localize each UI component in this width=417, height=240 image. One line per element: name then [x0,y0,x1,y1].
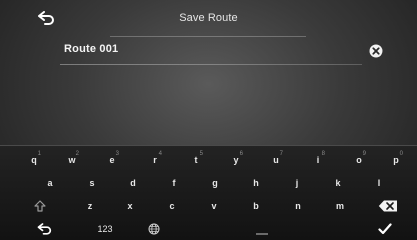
input-underline [60,64,362,65]
space-bar[interactable] [178,219,358,239]
key-x[interactable]: x [118,196,142,216]
shift-key[interactable] [20,196,60,216]
keyboard-row-1: q1 w2 e3 r4 t5 y6 u7 i8 o9 p0 [0,150,417,172]
key-f[interactable]: f [162,173,186,193]
backspace-key[interactable] [372,196,404,216]
header-divider [110,36,306,37]
key-i[interactable]: i8 [306,150,330,170]
globe-icon [148,223,160,235]
key-m[interactable]: m [328,196,352,216]
key-h[interactable]: h [244,173,268,193]
route-name-value[interactable]: Route 001 [64,43,118,55]
key-q[interactable]: q1 [22,150,46,170]
key-g[interactable]: g [203,173,227,193]
clear-button[interactable] [369,44,383,58]
key-z[interactable]: z [78,196,102,216]
key-u[interactable]: u7 [264,150,288,170]
key-v[interactable]: v [202,196,226,216]
key-p[interactable]: p0 [384,150,408,170]
key-t[interactable]: t5 [184,150,208,170]
key-n[interactable]: n [286,196,310,216]
key-d[interactable]: d [121,173,145,193]
numbers-key[interactable]: 123 [88,219,122,239]
enter-key[interactable] [372,219,398,239]
checkmark-icon [378,223,392,235]
save-route-screen: Save Route Route 001 q1 w2 e3 r4 t5 y6 u… [0,0,417,240]
backspace-icon [378,200,397,212]
key-e[interactable]: e3 [100,150,124,170]
clear-icon [369,44,383,58]
on-screen-keyboard: q1 w2 e3 r4 t5 y6 u7 i8 o9 p0 a s d f g … [0,145,417,240]
key-c[interactable]: c [160,196,184,216]
page-title: Save Route [179,12,238,24]
shift-icon [34,200,46,212]
key-s[interactable]: s [80,173,104,193]
key-k[interactable]: k [326,173,350,193]
keyboard-row-2: a s d f g h j k l [0,173,417,195]
keyboard-row-3: z x c v b n m [0,196,417,218]
key-w[interactable]: w2 [60,150,84,170]
space-bar-indicator [256,233,268,235]
route-name-field[interactable]: Route 001 [58,38,398,66]
header: Save Route [0,0,417,40]
key-l[interactable]: l [367,173,391,193]
language-key[interactable] [142,219,166,239]
key-j[interactable]: j [285,173,309,193]
key-a[interactable]: a [38,173,62,193]
key-r[interactable]: r4 [143,150,167,170]
keyboard-back-key[interactable] [30,219,60,239]
key-y[interactable]: y6 [224,150,248,170]
back-arrow-icon [37,223,52,235]
keyboard-row-4: 123 [0,219,417,240]
key-o[interactable]: o9 [347,150,371,170]
key-b[interactable]: b [244,196,268,216]
